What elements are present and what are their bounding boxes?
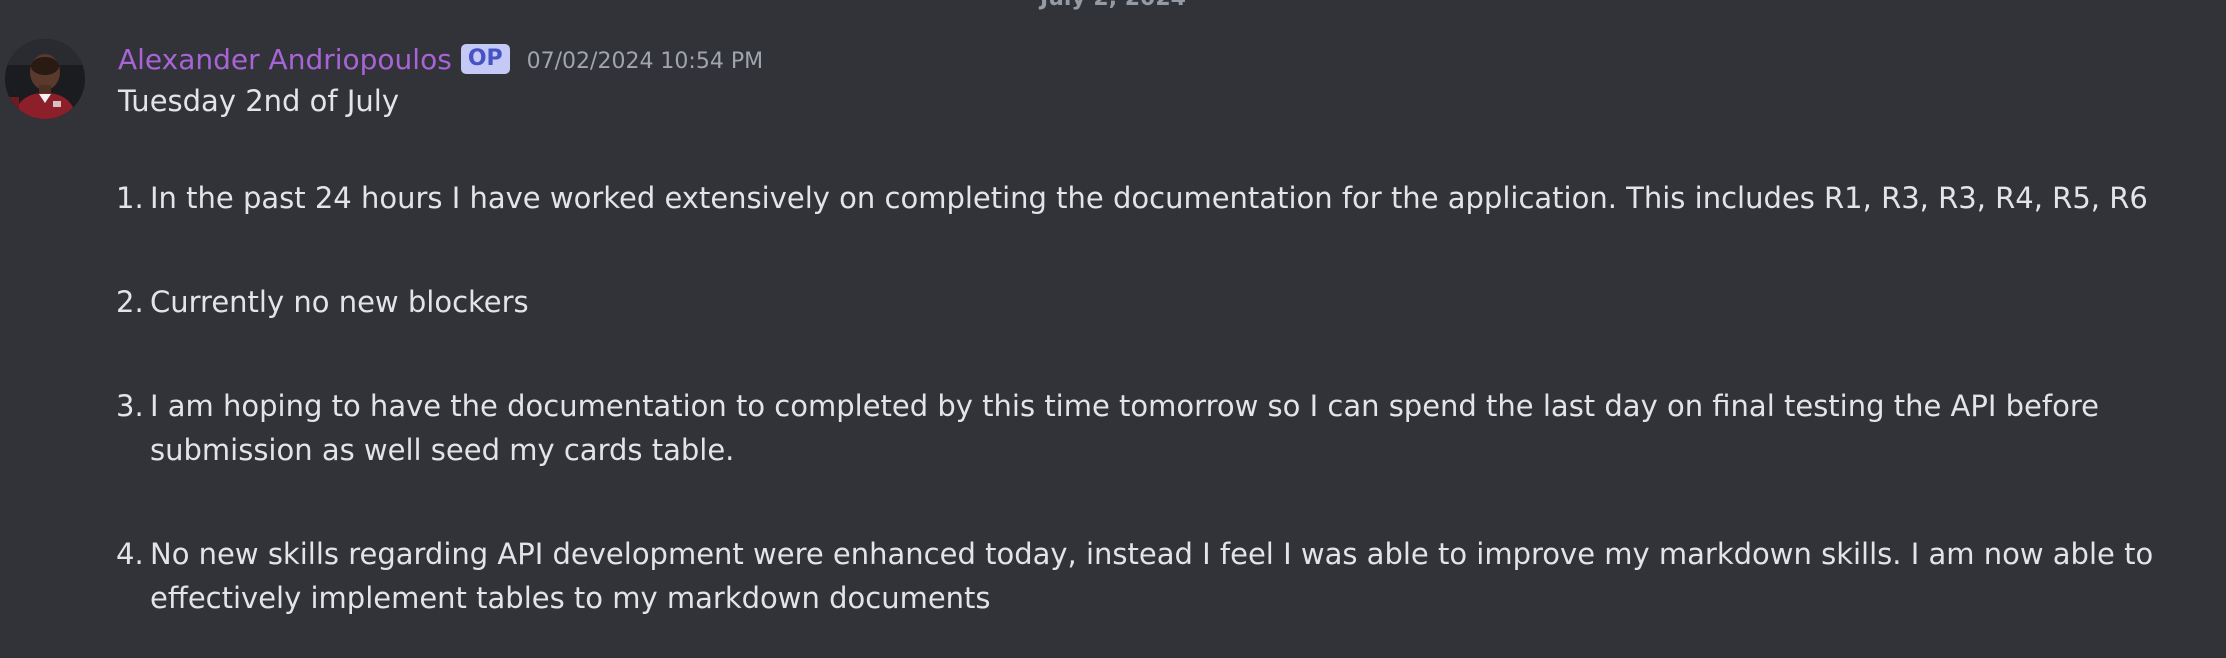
list-item-number: 2. xyxy=(116,285,144,319)
list-item: 3. I am hoping to have the documentation… xyxy=(116,384,2196,472)
message-header: Alexander Andriopoulos OP 07/02/2024 10:… xyxy=(118,40,763,78)
message-timestamp[interactable]: 07/02/2024 10:54 PM xyxy=(527,49,763,74)
list-item-number: 1. xyxy=(116,181,144,215)
chat-message: Alexander Andriopoulos OP 07/02/2024 10:… xyxy=(0,0,2226,658)
author-name[interactable]: Alexander Andriopoulos xyxy=(118,43,452,76)
list-item-text: Currently no new blockers xyxy=(150,285,529,319)
list-item: 2. Currently no new blockers xyxy=(116,280,2196,324)
avatar[interactable] xyxy=(5,39,85,119)
list-item: 1. In the past 24 hours I have worked ex… xyxy=(116,176,2196,220)
op-badge: OP xyxy=(460,44,510,74)
message-intro: Tuesday 2nd of July xyxy=(118,84,399,118)
list-item-number: 3. xyxy=(116,389,144,423)
list-item: 4. No new skills regarding API developme… xyxy=(116,532,2196,620)
list-item-text: In the past 24 hours I have worked exten… xyxy=(150,181,2148,215)
list-item-number: 4. xyxy=(116,537,144,571)
list-item-text: I am hoping to have the documentation to… xyxy=(150,389,2099,467)
list-item-text: No new skills regarding API development … xyxy=(150,537,2154,615)
avatar-photo-icon xyxy=(5,39,85,119)
